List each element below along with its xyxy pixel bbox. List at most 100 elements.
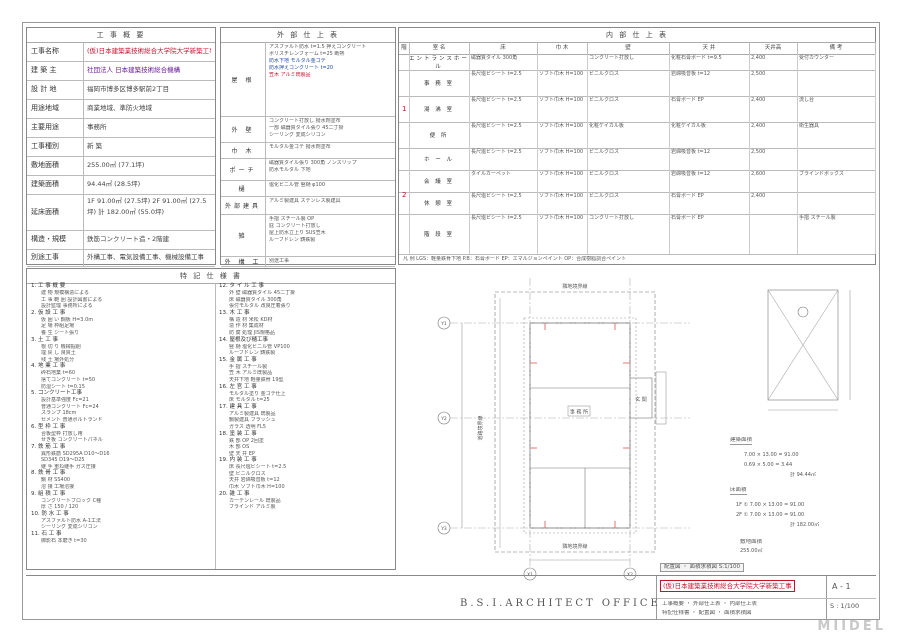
drawing-scale: S : 1/100 <box>830 602 860 610</box>
interior-row: 事 務 室 長尺塩ビシート t=2.5 ソフト巾木 H=100 ビニルクロス 岩綿吸音板… <box>399 70 876 97</box>
overview-row-divider <box>83 194 84 230</box>
interior-room-text: エントランスホール <box>409 56 469 70</box>
spec-line: ブラインド アルミ製 <box>229 504 276 511</box>
spec-line: アルミ製建具 既製品 <box>229 410 276 417</box>
overview-label: 用途地域 <box>31 104 59 112</box>
grid-label-y1: Y1 <box>440 321 447 327</box>
interior-cell-text: ソフト巾木 H=100 <box>539 97 584 103</box>
interior-cell-text: 石膏ボード EP <box>671 97 704 103</box>
area-calc-panel: 建築面積 7.00 × 13.00 = 91.00 0.69 × 5.00 = … <box>730 278 870 568</box>
interior-cell: ソフト巾木 H=100 <box>537 96 588 122</box>
overview-row: 設 計 地 福岡市博多区博多駅前2丁目 <box>27 80 215 100</box>
spec-line: 壁 ビニルクロス <box>229 470 266 477</box>
exterior-line: アスファルト防水 t=1.5 押えコンクリート <box>269 44 367 50</box>
spec-section-heading: 9. 組 積 工 事 <box>31 490 66 497</box>
interior-cell-text <box>749 214 797 216</box>
exterior-line: ポリスチレンフォーム t=25 断熱 <box>269 51 345 57</box>
overview-label: 構造・規模 <box>31 235 66 243</box>
interior-row: エントランスホール 磁器質タイル 300角 コンクリート打放し 化粧石膏ボード t=9… <box>399 54 876 71</box>
interior-cell <box>797 70 876 96</box>
spec-section-heading: 8. 鉄 骨 工 事 <box>31 470 66 477</box>
overview-row-divider <box>83 156 84 175</box>
exterior-row: 外 構 工別途工事 <box>221 256 395 267</box>
spec-line: モルタル塗り 金ゴテ仕上 <box>229 390 286 397</box>
exterior-line: 別途工事 <box>269 258 290 264</box>
interior-cell-text <box>797 70 875 72</box>
interior-room-text: 階 段 室 <box>424 232 454 238</box>
interior-cell: ビニルクロス <box>587 148 670 170</box>
interior-cell-text: ソフト巾木 H=100 <box>539 171 584 177</box>
overview-title: 工 事 概 要 <box>27 28 215 43</box>
spec-line: 厚 さ 150 / 120 <box>41 504 79 511</box>
office-name: B.S.I.ARCHITECT OFFICE <box>460 598 661 609</box>
spec-line: 鉄 部 OP 2回塗 <box>229 437 264 444</box>
building-area-row: 7.00 × 13.00 = 91.00 <box>744 452 799 458</box>
interior-cell: 2,400 <box>749 122 798 148</box>
interior-cell: ソフト巾木 H=100 <box>537 70 588 96</box>
overview-row: 用途地域 商業地域、準防火地域 <box>27 99 215 119</box>
interior-cell-text: 化粧ケイカル板 <box>589 123 624 129</box>
overview-label: 敷地面積 <box>31 161 59 169</box>
plan-entry-label: 玄 関 <box>635 396 647 403</box>
spec-line: 床 磁器質タイル 300角 <box>229 296 282 303</box>
interior-room-text: 休 憩 室 <box>424 201 454 207</box>
interior-legend: 凡 例 LGS：軽量鉄骨下地 P.B：石膏ボード EP：エマルジョンペイント O… <box>403 256 627 262</box>
overview-label: 延床面積 <box>31 208 59 216</box>
spec-line: 養 生 シート張り <box>41 329 80 336</box>
spec-line: 木 部 OS <box>229 444 250 451</box>
interior-row: 会 議 室 タイルカーペット ソフト巾木 H=100 ビニルクロス 岩綿吸音板 t=12… <box>399 170 876 193</box>
plan-boundary-bottom: 隣地境界線 <box>562 543 587 550</box>
plan-room-label: 事 務 所 <box>570 409 588 416</box>
interior-cell: ビニルクロス <box>587 70 670 96</box>
overview-value: 94.44㎡ (28.5坪) <box>87 180 141 188</box>
exterior-line: モルタル金ゴテ 撥水剤塗布 <box>269 144 331 150</box>
spec-line: コンクリートブロック C種 <box>41 497 102 504</box>
exterior-label: 樋 <box>221 180 266 196</box>
interior-cell: 2,400 <box>749 192 798 214</box>
interior-cell-text: ソフト巾木 H=100 <box>539 71 584 77</box>
interior-cell: ソフト巾木 H=100 <box>537 122 588 148</box>
spec-section-heading: 16. 左 官 工 事 <box>219 383 257 390</box>
interior-cell: 2,600 <box>749 170 798 192</box>
interior-cell: 石膏ボード EP <box>669 192 750 214</box>
overview-row: 建 築 主 社団法人 日本建築技術総合機構 <box>27 61 215 81</box>
overview-row-divider <box>83 42 84 61</box>
exterior-line: 屋上防水立上り SUS笠木 <box>269 230 326 236</box>
spec-section-heading: 11. 石 工 事 <box>31 531 62 538</box>
project-name: (仮)日本建築業技術総合大学院大学新築工事 <box>660 580 795 592</box>
interior-floor-cell <box>399 122 410 148</box>
building-area-title: 建築面積 <box>730 437 753 445</box>
exterior-label: 巾 木 <box>221 142 266 158</box>
interior-cell-text: 長尺塩ビシート t=2.5 <box>471 71 522 77</box>
specification-title: 特 記 仕 様 書 <box>27 269 395 284</box>
overview-label: 工事名称 <box>31 47 59 55</box>
interior-cell-text: 長尺塩ビシート t=2.5 <box>471 149 522 155</box>
interior-cell: ソフト巾木 H=100 <box>537 148 588 170</box>
interior-cell: 衛生器具 <box>797 122 876 148</box>
interior-room-text: ホ ー ル <box>424 157 454 163</box>
exterior-line: 庇 コンクリート打放し <box>269 223 321 229</box>
spec-line: 構 造 材 米松 KD材 <box>229 316 273 323</box>
spec-line: 普通コンクリート Fc=24 <box>41 403 99 410</box>
exterior-row: 樋塩化ビニル管 竪樋 φ100 <box>221 180 395 197</box>
plan-boundary-left: 道路境界線 <box>477 415 484 440</box>
spec-section-heading: 18. 塗 装 工 事 <box>219 430 257 437</box>
interior-cell-text: 化粧石膏ボード t=9.5 <box>671 55 722 61</box>
spec-section-heading: 17. 建 具 工 事 <box>219 403 257 410</box>
spec-section-heading: 1. 工 事 概 要 <box>31 283 66 289</box>
spec-section-heading: 19. 内 装 工 事 <box>219 457 257 464</box>
interior-room-name: 事 務 室 <box>409 70 470 96</box>
interior-finish-panel: 内 部 仕 上 表 階室 名床巾 木壁天 井天井高備 考エントランスホール 磁器質… <box>398 27 876 265</box>
exterior-value-group: コンクリート打放し 撥水剤塗布 一部 磁器質タイル張り 45二丁掛 シーリング 変成… <box>269 118 393 139</box>
overview-row-divider <box>83 175 84 194</box>
exterior-line: 手摺 スチール製 OP <box>269 216 315 222</box>
interior-cell-text: 手摺 スチール製 <box>799 215 836 221</box>
overview-value: 社団法人 日本建築技術総合機構 <box>87 66 181 74</box>
interior-cell-text: 長尺塩ビシート t=2.5 <box>471 215 522 221</box>
overview-label: 設 計 地 <box>31 85 57 93</box>
overview-label: 建 築 主 <box>31 66 57 74</box>
spec-section-heading: 5. コンクリート工事 <box>31 390 82 397</box>
overview-row-divider <box>83 137 84 156</box>
interior-room-name: 便 所 <box>409 122 470 148</box>
overview-value: 外構工事、電気設備工事、機械設備工事 <box>87 253 204 261</box>
